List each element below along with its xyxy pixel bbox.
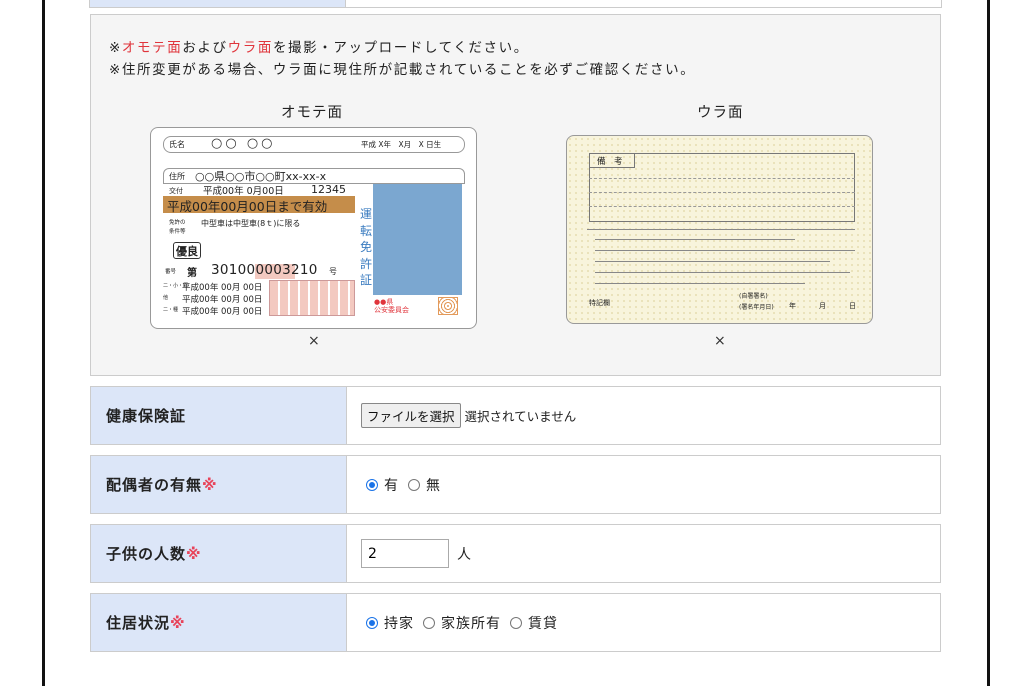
housing-rent-radio[interactable]: [510, 616, 522, 629]
instruction-line-1: ※オモテ面およびウラ面を撮影・アップロードしてください。: [109, 40, 529, 56]
housing-own-label[interactable]: 持家: [384, 613, 414, 633]
children-label: 子供の人数 ※: [91, 525, 347, 582]
children-unit: 人: [457, 546, 471, 563]
spouse-yes-label[interactable]: 有: [384, 475, 399, 495]
front-remove-button[interactable]: ×: [308, 333, 320, 349]
back-side-title: ウラ面: [697, 105, 744, 121]
children-count-input[interactable]: [361, 539, 449, 568]
back-remove-button[interactable]: ×: [714, 333, 726, 349]
housing-family-label[interactable]: 家族所有: [441, 613, 501, 633]
license-front-image[interactable]: 氏名 ○○ ○○ 平成 X年 X月 X 日生 住所 ○○県○○市○○町xx-xx…: [150, 127, 477, 329]
housing-row: 住居状況 ※ 持家 家族所有 賃貸: [90, 593, 941, 652]
health-insurance-label: 健康保険証: [91, 387, 347, 444]
housing-family-radio[interactable]: [423, 616, 435, 629]
license-upload-section: ※オモテ面およびウラ面を撮影・アップロードしてください。 ※住所変更がある場合、…: [90, 14, 941, 376]
front-side-title: オモテ面: [281, 105, 343, 121]
spouse-yes-radio[interactable]: [366, 478, 378, 491]
choose-file-button[interactable]: ファイルを選択: [361, 403, 461, 428]
upload-instructions: ※オモテ面およびウラ面を撮影・アップロードしてください。 ※住所変更がある場合、…: [109, 37, 695, 81]
spouse-no-radio[interactable]: [408, 478, 420, 491]
file-status: 選択されていません: [464, 409, 577, 424]
instruction-line-2: ※住所変更がある場合、ウラ面に現住所が記載されていることを必ずご確認ください。: [109, 62, 696, 78]
housing-own-radio[interactable]: [366, 616, 378, 629]
spouse-no-label[interactable]: 無: [426, 475, 441, 495]
photo-area: [373, 184, 462, 295]
health-insurance-row: 健康保険証 ファイルを選択 選択されていません: [90, 386, 941, 445]
housing-label: 住居状況 ※: [91, 594, 347, 651]
housing-rent-label[interactable]: 賃貸: [528, 613, 558, 633]
license-back-image[interactable]: 備 考 特記欄 (自署署名) (署名年月日) 年 月 日: [566, 135, 873, 324]
previous-form-row: [89, 0, 942, 8]
children-row: 子供の人数※ 人: [90, 524, 941, 583]
spouse-label: 配偶者の有無 ※: [91, 456, 347, 513]
spouse-row: 配偶者の有無 ※ 有 無: [90, 455, 941, 514]
